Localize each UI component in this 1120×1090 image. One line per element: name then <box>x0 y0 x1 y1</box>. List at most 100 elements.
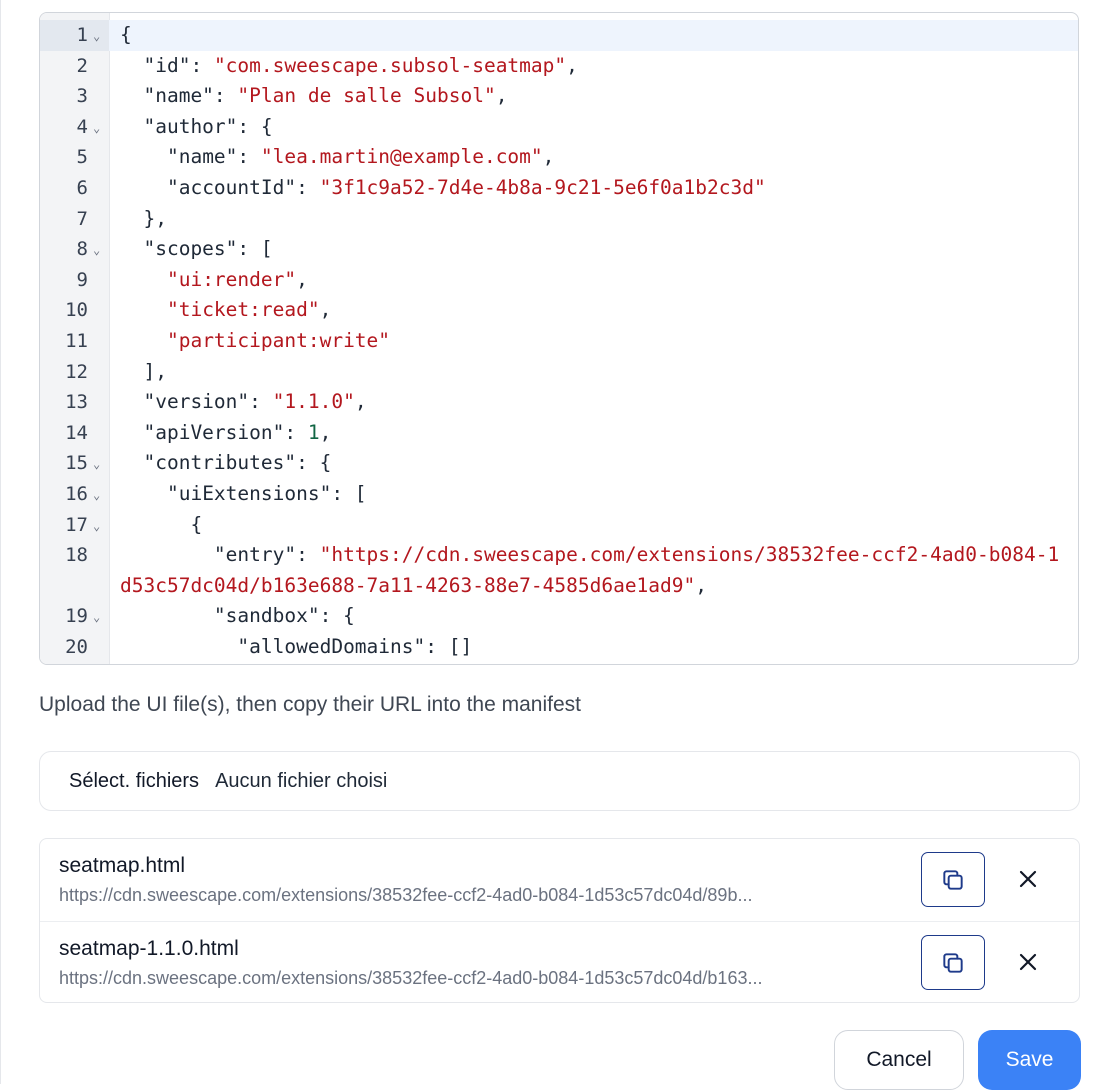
chevron-down-icon[interactable]: ⌄ <box>93 511 100 542</box>
code-token: , <box>542 145 555 169</box>
code-text: "entry": "https://cdn.sweescape.com/exte… <box>120 540 1068 601</box>
line-number: 7 <box>76 207 88 230</box>
code-line: 8 ⌄ "scopes": [ <box>40 234 1078 265</box>
chevron-down-icon[interactable]: ⌄ <box>93 21 100 52</box>
panel-edge <box>0 0 1 1084</box>
string-token: "1.1.0" <box>272 390 355 414</box>
code-line: 15 ⌄ "contributes": { <box>40 448 1078 479</box>
save-button[interactable]: Save <box>978 1030 1081 1090</box>
remove-file-button[interactable] <box>1012 863 1044 895</box>
file-name: seatmap.html <box>59 854 186 877</box>
code-token: "allowedDomains": [] <box>120 634 473 658</box>
file-input-status: Aucun fichier choisi <box>215 769 388 792</box>
line-number: 9 <box>76 268 88 291</box>
line-number: 15 <box>65 452 88 475</box>
cancel-button[interactable]: Cancel <box>834 1030 964 1090</box>
file-input[interactable]: Sélect. fichiers Aucun fichier choisi <box>39 751 1080 811</box>
code-token: "name": <box>120 145 261 169</box>
uploaded-file-list: seatmap.html https://cdn.sweescape.com/e… <box>39 838 1080 1003</box>
file-name: seatmap-1.1.0.html <box>59 937 239 960</box>
file-row: seatmap-1.1.0.html https://cdn.sweescape… <box>40 921 1079 1002</box>
code-text: "name": "Plan de salle Subsol", <box>120 81 1068 112</box>
string-token: "ticket:read" <box>166 298 320 322</box>
code-line: 17 ⌄ { <box>40 510 1078 541</box>
code-token: { <box>120 512 203 536</box>
code-token: , <box>566 53 578 77</box>
code-token: "apiVersion": <box>120 420 308 444</box>
code-lines[interactable]: 1 ⌄{2 "id": "com.sweescape.subsol-seatmap… <box>40 20 1078 664</box>
code-text: "author": { <box>120 112 1068 143</box>
code-line: 13 "version": "1.1.0", <box>40 387 1078 418</box>
line-number: 1 <box>76 24 88 46</box>
code-token: "version": <box>120 390 273 414</box>
code-text: "allowedDomains": [] <box>120 632 1068 663</box>
copy-url-button[interactable] <box>921 852 985 907</box>
code-text: "participant:write" <box>120 326 1068 357</box>
line-number: 5 <box>76 146 88 169</box>
code-text: "ui:render", <box>120 265 1068 296</box>
line-number: 20 <box>65 635 88 658</box>
line-number: 8 <box>76 238 88 261</box>
string-token: "Plan de salle Subsol" <box>237 84 496 108</box>
code-line: 7 }, <box>40 204 1078 235</box>
code-token: "scopes": [ <box>120 237 273 261</box>
copy-url-button[interactable] <box>921 935 985 990</box>
line-number: 2 <box>76 54 88 77</box>
file-row: seatmap.html https://cdn.sweescape.com/e… <box>40 839 1079 921</box>
code-token: , <box>495 84 508 108</box>
code-text: "contributes": { <box>120 448 1068 479</box>
select-files-button[interactable]: Sélect. fichiers <box>69 770 199 793</box>
string-token: "ui:render" <box>166 267 297 291</box>
code-text: "id": "com.sweescape.subsol-seatmap", <box>120 51 1068 82</box>
code-text: "accountId": "3f1c9a52-7d4e-4b8a-9c21-5e… <box>120 173 1068 204</box>
code-text: { <box>120 510 1068 541</box>
code-line: 4 ⌄ "author": { <box>40 112 1078 143</box>
line-number: 16 <box>65 482 88 505</box>
code-token: ], <box>120 359 167 383</box>
code-token: "author": { <box>120 114 273 138</box>
line-number: 12 <box>65 360 88 383</box>
chevron-down-icon[interactable]: ⌄ <box>93 602 100 633</box>
string-token: "lea.martin@example.com" <box>260 145 543 169</box>
line-number: 14 <box>65 421 88 444</box>
upload-hint: Upload the UI file(s), then copy their U… <box>39 693 581 716</box>
code-line: 19 ⌄ "sandbox": { <box>40 601 1078 632</box>
code-line: 18 "entry": "https://cdn.sweescape.com/e… <box>40 540 1078 601</box>
code-text: } <box>120 662 1068 664</box>
code-text: "apiVersion": 1, <box>120 418 1068 449</box>
code-token: , <box>695 573 708 597</box>
manifest-code-editor[interactable]: 1 ⌄{2 "id": "com.sweescape.subsol-seatmap… <box>39 12 1079 665</box>
code-token: , <box>319 420 332 444</box>
code-token: "accountId": <box>120 175 320 199</box>
string-token: "com.sweescape.subsol-seatmap" <box>213 53 567 77</box>
line-number: 6 <box>76 176 88 199</box>
chevron-down-icon[interactable]: ⌄ <box>93 235 100 266</box>
code-text: "scopes": [ <box>120 234 1068 265</box>
code-token: { <box>120 23 132 46</box>
chevron-down-icon[interactable]: ⌄ <box>93 449 100 480</box>
line-number: 13 <box>65 391 88 414</box>
code-text: { <box>120 20 1068 51</box>
code-text: "uiExtensions": [ <box>120 479 1068 510</box>
line-number: 17 <box>65 513 88 536</box>
remove-file-button[interactable] <box>1012 946 1044 978</box>
chevron-down-icon[interactable]: ⌄ <box>93 113 100 144</box>
code-token: "uiExtensions": [ <box>120 481 367 505</box>
chevron-down-icon[interactable]: ⌄ <box>93 480 100 511</box>
code-text: "name": "lea.martin@example.com", <box>120 142 1068 173</box>
copy-icon <box>943 952 963 973</box>
code-line: 9 "ui:render", <box>40 265 1078 296</box>
code-line: 2 "id": "com.sweescape.subsol-seatmap", <box>40 51 1078 82</box>
code-line: 20 "allowedDomains": [] <box>40 632 1078 663</box>
code-token: "contributes": { <box>120 451 332 475</box>
code-line: 1 ⌄ { <box>40 20 1078 51</box>
code-line: 12 ], <box>40 357 1078 388</box>
code-line: 21 } <box>40 662 1078 664</box>
code-token: , <box>296 267 308 291</box>
code-text: }, <box>120 204 1068 235</box>
file-url: https://cdn.sweescape.com/extensions/385… <box>59 968 763 988</box>
code-token: "entry": <box>120 543 320 567</box>
code-text: ], <box>120 357 1068 388</box>
